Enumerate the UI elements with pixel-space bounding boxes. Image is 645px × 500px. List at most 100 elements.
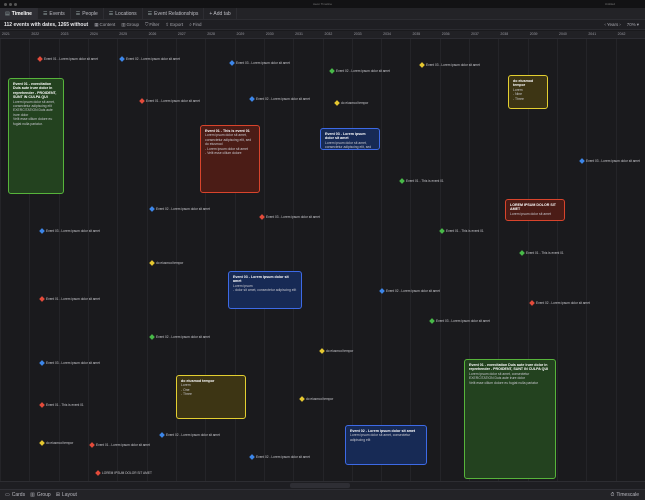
year-label: 2036 (441, 32, 450, 36)
diamond-icon (119, 56, 125, 62)
event-marker[interactable]: Event 01 - This is event 01 (399, 178, 444, 184)
diamond-icon (399, 178, 405, 184)
event-card[interactable]: Event 03 - Lorem ipsum dolor sit amet Lo… (228, 271, 302, 309)
event-marker[interactable]: do eiusmod tempor (319, 348, 353, 354)
year-label: 2041 (588, 32, 597, 36)
event-marker[interactable]: do eiusmod tempor (299, 396, 333, 402)
event-card[interactable]: LOREM IPSUM DOLOR SIT AMET Lorem ipsum d… (505, 199, 565, 221)
diamond-icon (39, 228, 45, 234)
year-label: 2026 (148, 32, 157, 36)
diamond-icon (439, 228, 445, 234)
filter-button[interactable]: ⛉ Filter (145, 22, 159, 27)
export-button[interactable]: ⇪ Export (165, 22, 183, 28)
event-marker[interactable]: Event 03 - Lorem ipsum dolor sit amet (579, 158, 640, 164)
year-label: 2035 (412, 32, 421, 36)
diamond-icon (379, 288, 385, 294)
content-icon: ▦ (94, 21, 99, 27)
year-label: 2038 (500, 32, 509, 36)
year-label: 2028 (207, 32, 216, 36)
find-button[interactable]: ⌕ Find (189, 22, 201, 27)
export-icon: ⇪ (165, 21, 170, 27)
layout-button[interactable]: ⊞ Layout (56, 492, 77, 498)
add-tab-button[interactable]: + Add tab (204, 7, 237, 20)
event-marker[interactable]: Event 02 - Lorem ipsum dolor sit amet (379, 288, 440, 294)
event-marker[interactable]: do eiusmod tempor (334, 100, 368, 106)
event-marker[interactable]: do eiusmod tempor (39, 440, 73, 446)
diamond-icon (519, 250, 525, 256)
timescale-button[interactable]: ⏱ Timescale (610, 492, 639, 498)
cards-icon: ▭ (5, 492, 10, 498)
tab-people[interactable]: ☰ People (71, 7, 104, 20)
tab-events[interactable]: ☰ Events (38, 7, 71, 20)
diamond-icon (229, 60, 235, 66)
event-card[interactable]: do eiusmod tempor Lorem - One - Three (176, 375, 246, 419)
event-marker[interactable]: Event 02 - Lorem ipsum dolor sit amet (159, 432, 220, 438)
year-label: 2022 (31, 32, 40, 36)
group-button[interactable]: ▥ Group (121, 22, 139, 28)
tab-event-relationships[interactable]: ☰ Event Relationships (143, 7, 205, 20)
diamond-icon (329, 68, 335, 74)
event-marker[interactable]: Event 01 - Lorem ipsum dolor sit amet (39, 296, 100, 302)
event-marker[interactable]: LOREM IPSUM DOLOR SIT AMET (95, 470, 152, 476)
diamond-icon (159, 432, 165, 438)
event-marker[interactable]: Event 03 - Lorem ipsum dolor sit amet (229, 60, 290, 66)
diamond-icon (139, 98, 145, 104)
year-label: 2033 (353, 32, 362, 36)
event-card[interactable]: Event 01 - This is event 01 Lorem ipsum … (200, 125, 260, 193)
event-marker[interactable]: Event 03 - Lorem ipsum dolor sit amet (39, 360, 100, 366)
content-button[interactable]: ▦ Content (94, 22, 115, 28)
event-marker[interactable]: Event 02 - Lorem ipsum dolor sit amet (249, 454, 310, 460)
event-card[interactable]: do eiusmod tempor Lorem - Nine - Three (508, 75, 548, 109)
year-label: 2021 (2, 32, 10, 36)
locations-icon: ☰ (108, 10, 114, 17)
tab-timeline[interactable]: ▤ Timeline (0, 7, 38, 20)
diamond-icon (89, 442, 95, 448)
event-card[interactable]: Event 02 - Lorem ipsum dolor sit amet Lo… (345, 425, 427, 465)
event-marker[interactable]: Event 01 - This is event 01 (519, 250, 564, 256)
event-count: 112 events with dates, 1265 without (4, 21, 89, 28)
group-layout-button[interactable]: ▥ Group (30, 492, 51, 498)
event-marker[interactable]: Event 03 - Lorem ipsum dolor sit amet (259, 214, 320, 220)
diamond-icon (39, 360, 45, 366)
event-marker[interactable]: Event 03 - Lorem ipsum dolor sit amet (429, 318, 490, 324)
zoom-level[interactable]: 70% ▾ (627, 22, 639, 28)
timeline-canvas[interactable]: Event 01 - exercitation Duis aute irure … (0, 39, 645, 481)
event-marker[interactable]: Event 02 - Lorem ipsum dolor sit amet (329, 68, 390, 74)
event-marker[interactable]: do eiusmod tempor (149, 260, 183, 266)
diamond-icon (149, 334, 155, 340)
diamond-icon (249, 96, 255, 102)
event-marker[interactable]: Event 01 - Lorem ipsum dolor sit amet (139, 98, 200, 104)
tab-locations[interactable]: ☰ Locations (104, 7, 143, 20)
timeline-scrubber[interactable] (0, 481, 645, 489)
year-label: 2039 (529, 32, 538, 36)
scrubber-handle[interactable] (290, 483, 350, 488)
people-icon: ☰ (75, 10, 81, 17)
event-marker[interactable]: Event 03 - Lorem ipsum dolor sit amet (419, 62, 480, 68)
zoom-in-icon: › (619, 22, 621, 27)
event-marker[interactable]: Event 02 - Lorem ipsum dolor sit amet (119, 56, 180, 62)
event-card[interactable]: Event 01 - exercitation Duis aute irure … (8, 78, 64, 194)
event-marker[interactable]: Event 01 - This is event 01 (39, 402, 84, 408)
event-marker[interactable]: Event 02 - Lorem ipsum dolor sit amet (149, 206, 210, 212)
event-card[interactable]: Event 03 - Lorem ipsum dolor sit amet Lo… (320, 128, 380, 150)
year-label: 2037 (471, 32, 479, 36)
year-label: 2034 (383, 32, 391, 36)
diamond-icon (319, 348, 325, 354)
diamond-icon (149, 260, 155, 266)
diamond-icon (419, 62, 425, 68)
year-ruler[interactable]: 2021 2022 2023 2024 2025 2026 2027 2028 2029 2030… (0, 31, 645, 39)
diamond-icon (39, 296, 45, 302)
zoom-unit-select[interactable]: ‹ Years › (604, 22, 620, 27)
event-marker[interactable]: Event 01 - This is event 01 (439, 228, 484, 234)
event-marker[interactable]: Event 01 - Lorem ipsum dolor sit amet (89, 442, 150, 448)
event-marker[interactable]: Event 01 - Lorem ipsum dolor sit amet (37, 56, 98, 62)
diamond-icon (429, 318, 435, 324)
event-marker[interactable]: Event 03 - Lorem ipsum dolor sit amet (39, 228, 100, 234)
event-marker[interactable]: Event 02 - Lorem ipsum dolor sit amet (149, 334, 210, 340)
cards-button[interactable]: ▭ Cards (5, 492, 25, 498)
relationships-icon: ☰ (147, 10, 153, 17)
event-marker[interactable]: Event 02 - Lorem ipsum dolor sit amet (529, 300, 590, 306)
event-card[interactable]: Event 01 - exercitation Duis aute irure … (464, 359, 556, 479)
layout-icon: ⊞ (55, 492, 60, 498)
event-marker[interactable]: Event 02 - Lorem ipsum dolor sit amet (249, 96, 310, 102)
